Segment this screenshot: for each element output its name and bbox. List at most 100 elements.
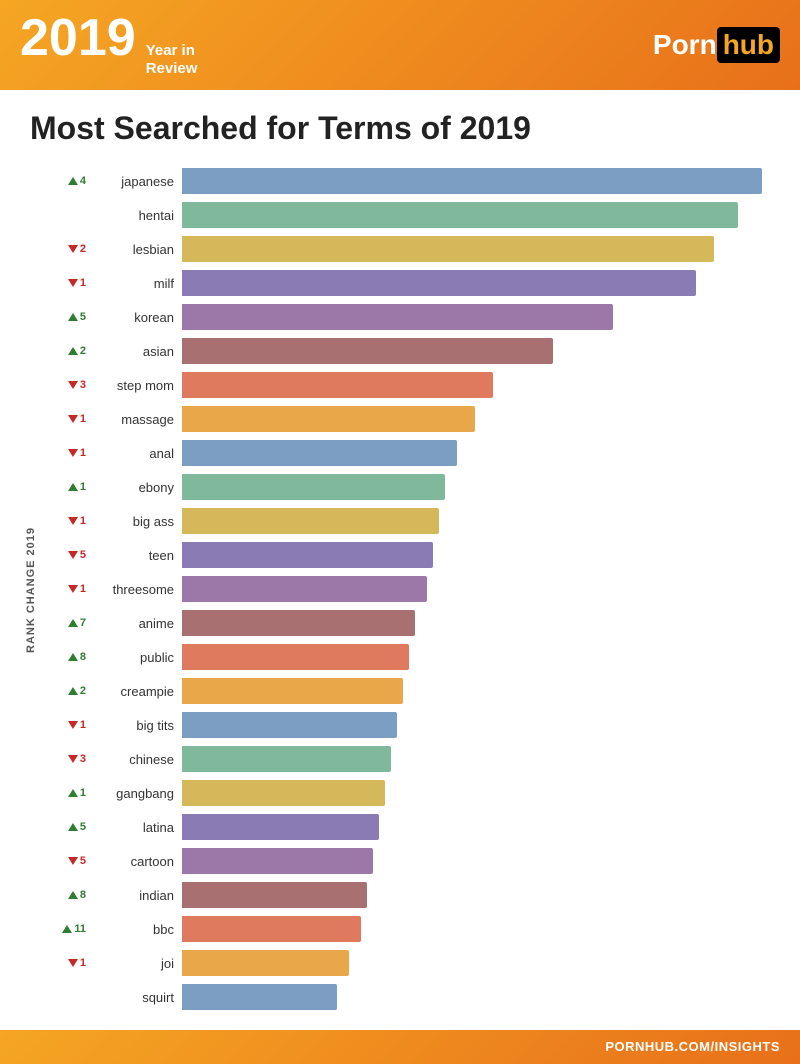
term-label: teen	[92, 548, 182, 563]
bar-container	[182, 304, 780, 330]
arrow-up-icon	[68, 823, 78, 831]
rank-change: 1	[42, 413, 92, 425]
arrow-down-icon	[68, 415, 78, 423]
bar-row: 3step mom	[42, 369, 780, 401]
arrow-down-icon	[68, 755, 78, 763]
bar-row: hentai	[42, 199, 780, 231]
bar	[182, 984, 337, 1010]
rank-number: 7	[80, 617, 86, 629]
term-label: ebony	[92, 480, 182, 495]
bar-container	[182, 542, 780, 568]
arrow-up-icon	[68, 313, 78, 321]
term-label: milf	[92, 276, 182, 291]
rank-number: 1	[80, 583, 86, 595]
rank-number: 2	[80, 243, 86, 255]
bar-container	[182, 848, 780, 874]
bar	[182, 236, 714, 262]
bar-container	[182, 950, 780, 976]
bar-container	[182, 338, 780, 364]
bar	[182, 814, 379, 840]
bar-row: 3chinese	[42, 743, 780, 775]
arrow-down-icon	[68, 857, 78, 865]
rank-change: 5	[42, 549, 92, 561]
rank-change: 1	[42, 719, 92, 731]
bar-container	[182, 712, 780, 738]
bar	[182, 882, 367, 908]
term-label: chinese	[92, 752, 182, 767]
term-label: cartoon	[92, 854, 182, 869]
bar-row: 11bbc	[42, 913, 780, 945]
logo-porn: Porn	[653, 29, 717, 61]
title-section: Most Searched for Terms of 2019	[0, 90, 800, 165]
rank-change: 3	[42, 753, 92, 765]
arrow-down-icon	[68, 551, 78, 559]
arrow-down-icon	[68, 959, 78, 967]
bar-row: 1big tits	[42, 709, 780, 741]
bar	[182, 712, 397, 738]
rank-number: 5	[80, 549, 86, 561]
bar-container	[182, 440, 780, 466]
bar-row: 8 indian	[42, 879, 780, 911]
arrow-down-icon	[68, 517, 78, 525]
bar-row: 1gangbang	[42, 777, 780, 809]
term-label: squirt	[92, 990, 182, 1005]
bar-container	[182, 576, 780, 602]
bar-container	[182, 508, 780, 534]
rank-change: 3	[42, 379, 92, 391]
arrow-up-icon	[68, 687, 78, 695]
bar-container	[182, 644, 780, 670]
bar	[182, 440, 457, 466]
term-label: gangbang	[92, 786, 182, 801]
bar-row: squirt	[42, 981, 780, 1013]
bar	[182, 542, 433, 568]
term-label: public	[92, 650, 182, 665]
bar-row: 5 teen	[42, 539, 780, 571]
term-label: step mom	[92, 378, 182, 393]
rank-change: 1	[42, 957, 92, 969]
footer-text: PORNHUB.COM/INSIGHTS	[605, 1039, 780, 1054]
rank-change: 2	[42, 345, 92, 357]
term-label: anal	[92, 446, 182, 461]
rank-change: 11	[42, 923, 92, 935]
rank-change: 1	[42, 583, 92, 595]
bar-container	[182, 814, 780, 840]
arrow-up-icon	[68, 483, 78, 491]
term-label: indian	[92, 888, 182, 903]
rank-change: 8	[42, 889, 92, 901]
arrow-up-icon	[68, 891, 78, 899]
arrow-up-icon	[68, 619, 78, 627]
arrow-up-icon	[68, 789, 78, 797]
rank-change: 2	[42, 243, 92, 255]
arrow-down-icon	[68, 279, 78, 287]
rank-change: 1	[42, 787, 92, 799]
bar-container	[182, 746, 780, 772]
bar-row: 1anal	[42, 437, 780, 469]
bar	[182, 678, 403, 704]
bar-row: 5korean	[42, 301, 780, 333]
logo-hub: hub	[717, 27, 780, 63]
rank-number: 8	[80, 889, 86, 901]
bar-row: 1massage	[42, 403, 780, 435]
year-subtitle: Year in Review	[146, 42, 198, 78]
term-label: joi	[92, 956, 182, 971]
rank-number: 8	[80, 651, 86, 663]
rank-number: 2	[80, 345, 86, 357]
bar-row: 2asian	[42, 335, 780, 367]
rank-change: 1	[42, 277, 92, 289]
term-label: lesbian	[92, 242, 182, 257]
bar-container	[182, 270, 780, 296]
term-label: hentai	[92, 208, 182, 223]
logo: Porn hub	[653, 27, 780, 63]
bar-row: 8 public	[42, 641, 780, 673]
bar	[182, 202, 738, 228]
bar-row: 1ebony	[42, 471, 780, 503]
bar-row: 4japanese	[42, 165, 780, 197]
bar	[182, 780, 385, 806]
rank-number: 2	[80, 685, 86, 697]
bar-container	[182, 168, 780, 194]
year-number: 2019	[20, 12, 136, 64]
rank-number: 1	[80, 515, 86, 527]
rank-change: 4	[42, 175, 92, 187]
arrow-down-icon	[68, 585, 78, 593]
rank-change: 5	[42, 821, 92, 833]
